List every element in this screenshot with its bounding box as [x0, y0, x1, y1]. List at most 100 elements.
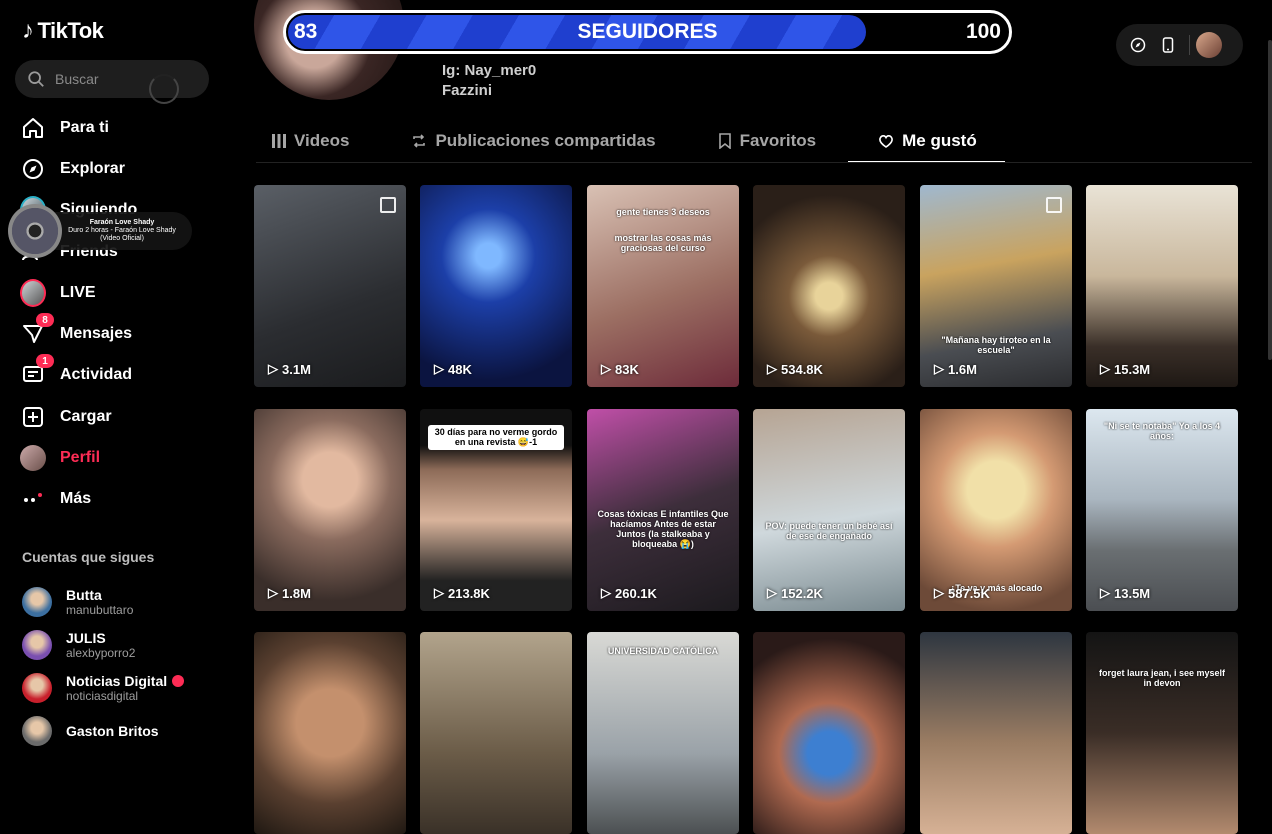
compass-button[interactable] [1123, 30, 1153, 60]
account-handle: manubuttaro [66, 602, 134, 617]
play-icon: ▷ [767, 361, 777, 376]
user-avatar[interactable] [1196, 32, 1222, 58]
tab-label: Publicaciones compartidas [435, 131, 656, 150]
compass-icon [1130, 37, 1146, 53]
video-card[interactable]: ¿Te va y más alocado ▷ 587.5K [920, 409, 1072, 611]
device-button[interactable] [1153, 30, 1183, 60]
play-icon: ▷ [434, 361, 444, 376]
tab-label: Me gustó [902, 131, 977, 150]
nav-item-label: Para ti [60, 118, 109, 136]
main-nav: Para ti Explorar Siguiendo Friends LIVE 8 Mens… [20, 107, 220, 520]
video-card[interactable]: ▷ 3.1M [254, 185, 406, 387]
video-card[interactable] [254, 632, 406, 834]
view-count: ▷ 152.2K [767, 585, 823, 601]
tiktok-logo[interactable]: ♪ TikTok [22, 18, 104, 44]
notification-badge: 8 [36, 313, 54, 328]
video-card[interactable] [420, 632, 572, 834]
account-avatar [22, 715, 52, 746]
account-avatar [22, 672, 52, 703]
nav-item-actividad[interactable]: 1 Actividad [20, 354, 220, 396]
view-count-value: 13.5M [1114, 585, 1151, 601]
video-card[interactable]: "Mañana hay tiroteo en la escuela" ▷ 1.6M [920, 185, 1072, 387]
nav-item-cargar[interactable]: Cargar [20, 396, 220, 437]
video-card[interactable]: ▷ 1.8M [254, 409, 406, 611]
video-card[interactable]: "Ni se te notaba" Yo a los 4 años: ▷ 13.5M [1086, 409, 1238, 611]
music-disc-icon [8, 204, 62, 258]
search-icon [28, 71, 44, 87]
view-count-value: 534.8K [781, 361, 823, 377]
video-card[interactable]: ▷ 48K [420, 185, 572, 387]
video-caption: POV: puede tener un bebé así de ese de e… [765, 521, 893, 541]
search-bar[interactable] [15, 60, 209, 104]
profile-tabs: Videos Publicaciones compartidas Favoritos… [272, 120, 1039, 163]
nav-item-mensajes[interactable]: 8 Mensajes [20, 313, 220, 354]
nav-item-label: Cargar [60, 407, 112, 425]
nav-item-live[interactable]: LIVE [20, 272, 220, 313]
video-card[interactable]: Cosas tóxicas E infantiles Que hacíamos … [587, 409, 739, 611]
video-card[interactable] [920, 632, 1072, 834]
nav-item-m-s[interactable]: Más [20, 479, 220, 520]
video-card[interactable]: ▷ 15.3M [1086, 185, 1238, 387]
video-card[interactable]: POV: puede tener un bebé así de ese de e… [753, 409, 905, 611]
video-caption: gente tienes 3 deseos [616, 207, 710, 217]
tab-publicaciones-compartidas[interactable]: Publicaciones compartidas [411, 120, 656, 162]
account-name-row: JULIS [66, 630, 135, 646]
video-caption: UNIVERSIDAD CATÓLICA [607, 646, 719, 656]
video-caption: Cosas tóxicas E infantiles Que hacíamos … [597, 509, 729, 549]
following-account[interactable]: Butta manubuttaro [22, 580, 222, 623]
video-card[interactable]: UNIVERSIDAD CATÓLICA [587, 632, 739, 834]
messages-icon: 8 [20, 313, 54, 347]
play-icon: ▷ [268, 361, 278, 376]
repost-icon [411, 133, 427, 149]
video-card[interactable]: 30 días para no verme gordo en una revis… [420, 409, 572, 611]
view-count: ▷ 1.6M [934, 361, 977, 377]
tab-me-gust-[interactable]: Me gustó [848, 120, 1005, 163]
loading-spinner-icon [149, 74, 179, 104]
divider [1189, 35, 1190, 55]
more-icon [20, 486, 46, 512]
tab-favoritos[interactable]: Favoritos [718, 120, 816, 162]
account-handle: alexbyporro2 [66, 645, 136, 660]
nav-item-explorar[interactable]: Explorar [20, 148, 220, 189]
profile-bio: Ig: Nay_mer0 Fazzini [442, 61, 536, 101]
video-card[interactable] [753, 632, 905, 834]
tab-videos[interactable]: Videos [272, 120, 349, 162]
video-card[interactable]: gente tienes 3 deseos mostrar las cosas m… [587, 185, 739, 387]
view-count-value: 213.8K [448, 585, 490, 601]
account-name-row: Noticias Digital [66, 672, 185, 689]
account-name-row: Butta [66, 587, 133, 603]
activity-icon: 1 [20, 354, 54, 388]
account-name: Gaston Britos [66, 722, 159, 739]
page-scrollbar[interactable] [1268, 40, 1272, 360]
play-icon: ▷ [1100, 361, 1110, 376]
phone-icon [1162, 37, 1174, 53]
nav-item-perfil[interactable]: Perfil [20, 437, 220, 478]
account-handle: noticiasdigital [66, 688, 139, 703]
music-text: Faraón Love Shady Duro 2 horas - Faraón … [62, 219, 182, 243]
multi-photo-icon [380, 197, 396, 213]
view-count: ▷ 1.8M [268, 585, 311, 601]
view-count-value: 48K [448, 361, 472, 377]
heart-icon [878, 134, 894, 148]
video-card[interactable]: forget laura jean, i see myself in devon [1086, 632, 1238, 834]
music-title: Faraón Love Shady [89, 218, 155, 226]
following-account[interactable]: JULIS alexbyporro2 [22, 623, 222, 666]
following-list: Butta manubuttaro JULIS alexbyporro2 Noticia… [22, 580, 222, 752]
nav-item-para-ti[interactable]: Para ti [20, 107, 220, 148]
account-name: Noticias Digital [66, 672, 168, 689]
following-account[interactable]: Gaston Britos [22, 709, 222, 752]
search-input[interactable] [53, 70, 157, 88]
grid-icon [272, 134, 286, 148]
view-count: ▷ 3.1M [268, 361, 311, 377]
nav-item-label: Actividad [60, 366, 133, 384]
video-caption: "Ni se te notaba" Yo a los 4 años: [1103, 421, 1221, 441]
view-count-value: 587.5K [948, 585, 990, 601]
account-avatar [22, 629, 52, 660]
view-count-value: 15.3M [1114, 361, 1151, 377]
video-card[interactable]: ▷ 534.8K [753, 185, 905, 387]
view-count: ▷ 534.8K [767, 361, 823, 377]
music-overlay[interactable]: Faraón Love Shady Duro 2 horas - Faraón … [8, 204, 192, 258]
view-count-value: 1.8M [282, 585, 311, 601]
following-account[interactable]: Noticias Digital noticiasdigital [22, 666, 222, 709]
account-avatar [22, 586, 52, 617]
